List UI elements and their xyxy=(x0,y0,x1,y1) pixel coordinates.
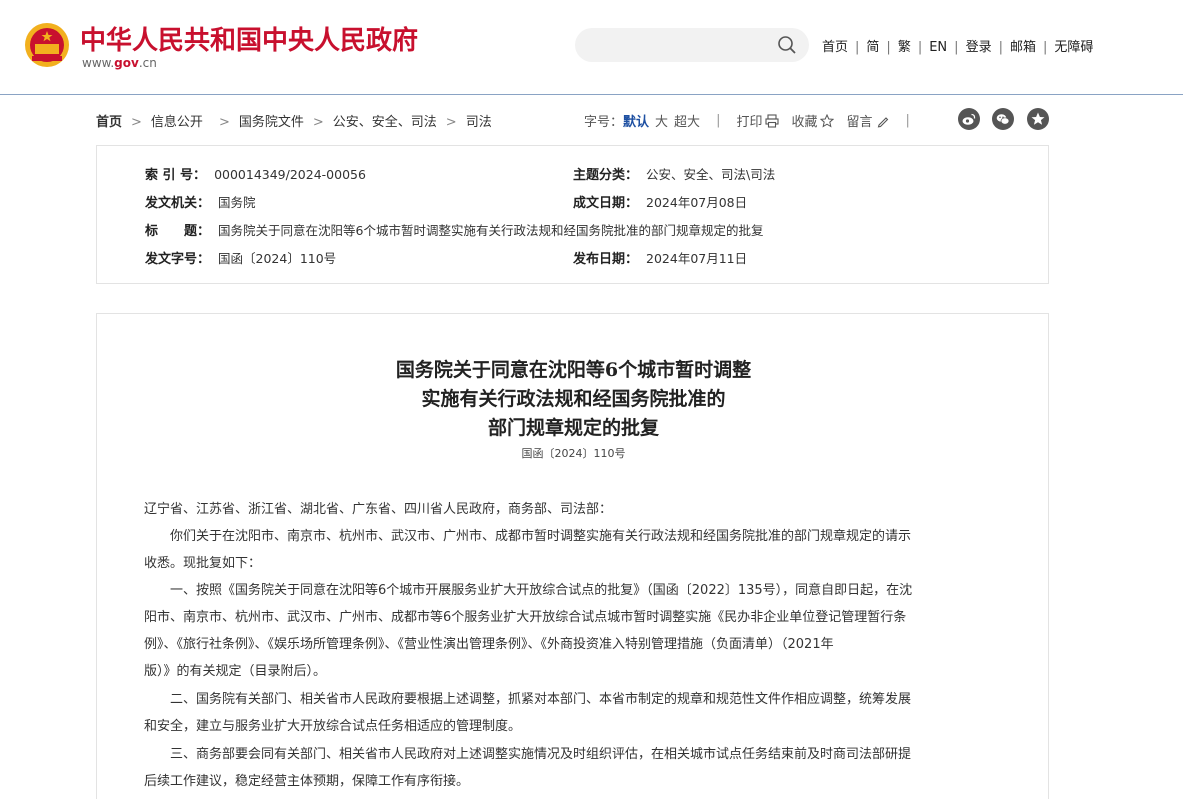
meta-written-date: 成文日期： 2024年07月08日 xyxy=(573,192,747,211)
meta-title: 标 题： 国务院关于同意在沈阳等6个城市暂时调整实施有关行政法规和经国务院批准的部门… xyxy=(145,220,764,239)
meta-issuer: 发文机关： 国务院 xyxy=(145,192,256,211)
article-paragraph-line: 收悉。现批复如下： xyxy=(144,556,262,571)
breadcrumb-state-council-docs[interactable]: 国务院文件 xyxy=(239,115,304,130)
article-paragraph-line: 三、商务部要会同有关部门、相关省市人民政府对上述调整实施情况及时组织评估，在相关… xyxy=(170,747,912,762)
breadcrumb-public-security[interactable]: 公安、安全、司法 xyxy=(333,115,437,130)
article-paragraph-line: 二、国务院有关部门、相关省市人民政府要根据上述调整，抓紧对本部门、本省市制定的规… xyxy=(170,692,912,707)
site-url-prefix: www. xyxy=(82,56,115,70)
comment-button[interactable]: 留言 xyxy=(846,111,889,130)
top-nav: 首页 | 简 | 繁 | EN | 登录 | 邮箱 | 无障碍 xyxy=(822,36,1093,55)
breadcrumb-separator: > xyxy=(218,115,230,130)
article-paragraph-line: 阳市、南京市、杭州市、武汉市、广州市、成都市等6个服务业扩大开放综合试点城市暂时… xyxy=(144,610,907,625)
article-title-line-3: 部门规章规定的批复 xyxy=(487,417,659,439)
font-size-large[interactable]: 大 xyxy=(655,111,668,130)
font-size-label: 字号： xyxy=(584,115,624,130)
meta-title-value: 国务院关于同意在沈阳等6个城市暂时调整实施有关行政法规和经国务院批准的部门规章规… xyxy=(218,223,764,238)
meta-published-value: 2024年07月11日 xyxy=(646,251,748,266)
nav-separator: | xyxy=(917,40,923,55)
article-title-line-1: 国务院关于同意在沈阳等6个城市暂时调整 xyxy=(395,359,752,381)
wechat-icon xyxy=(996,114,1010,125)
meta-docno-label: 发文字号： xyxy=(145,252,211,267)
weibo-icon xyxy=(962,113,976,125)
breadcrumb-home[interactable]: 首页 xyxy=(96,115,122,130)
nav-separator: | xyxy=(954,40,959,55)
meta-docno-value: 国函〔2024〕110号 xyxy=(218,251,337,266)
nav-mail[interactable]: 邮箱 xyxy=(1010,40,1036,55)
meta-category-label: 主题分类： xyxy=(573,168,639,183)
article-paragraph-line: 你们关于在沈阳市、南京市、杭州市、武汉市、广州市、成都市暂时调整实施有关行政法规… xyxy=(170,529,912,544)
article-paragraph-line: 和安全，建立与服务业扩大开放综合试点任务相适应的管理制度。 xyxy=(144,719,522,734)
article-body: 国务院关于同意在沈阳等6个城市暂时调整 实施有关行政法规和经国务院批准的 部门规… xyxy=(96,313,1049,799)
article-paragraph-line: 例》、《旅行社条例》、《娱乐场所管理条例》、《营业性演出管理条例》、《外商投资准… xyxy=(144,637,834,652)
meta-issuer-label: 发文机关： xyxy=(145,196,211,211)
meta-index-label: 索 引 号： xyxy=(145,168,207,183)
print-button[interactable]: 打印 xyxy=(736,111,780,130)
article-doc-number: 国函〔2024〕110号 xyxy=(521,447,626,460)
nav-english[interactable]: EN xyxy=(929,40,947,55)
breadcrumb-separator: > xyxy=(131,115,142,130)
star-icon xyxy=(820,114,835,128)
nav-separator: | xyxy=(855,40,860,55)
article-paragraph-line: 后续工作建议，稳定经营主体预期，保障工作有序衔接。 xyxy=(144,774,470,789)
breadcrumb-separator: > xyxy=(445,115,457,130)
nav-separator: | xyxy=(1042,40,1048,55)
meta-index-value: 000014349/2024-00056 xyxy=(214,167,366,182)
qzone-star-icon xyxy=(1031,112,1045,125)
nav-accessibility[interactable]: 无障碍 xyxy=(1054,40,1093,55)
nav-separator: | xyxy=(886,40,891,55)
meta-doc-number: 发文字号： 国函〔2024〕110号 xyxy=(145,248,336,267)
nav-login[interactable]: 登录 xyxy=(966,40,992,55)
toolbar-divider: | xyxy=(716,113,721,128)
meta-category-value: 公安、安全、司法\司法 xyxy=(646,167,776,182)
font-size-xlarge[interactable]: 超大 xyxy=(674,111,700,130)
comment-label: 留言 xyxy=(846,115,873,130)
favorite-button[interactable]: 收藏 xyxy=(791,111,835,130)
wechat-share-button[interactable] xyxy=(992,108,1014,130)
breadcrumb-separator: > xyxy=(312,115,324,130)
breadcrumb: 首页 > 信息公开 > 国务院文件 > 公安、安全、司法 > 司法 xyxy=(96,111,492,130)
article-addressee: 辽宁省、江苏省、浙江省、湖北省、广东省、四川省人民政府，商务部、司法部： xyxy=(144,502,613,517)
breadcrumb-info-public[interactable]: 信息公开 xyxy=(151,115,203,130)
meta-category: 主题分类： 公安、安全、司法\司法 xyxy=(573,164,775,183)
meta-title-label-2: 题： xyxy=(184,224,211,239)
article-title-line-2: 实施有关行政法规和经国务院批准的 xyxy=(421,388,726,410)
favorite-label: 收藏 xyxy=(791,115,818,130)
pencil-icon xyxy=(877,117,888,128)
search-icon[interactable] xyxy=(777,35,797,55)
site-title[interactable]: 中华人民共和国中央人民政府 xyxy=(80,20,418,57)
site-header: 中华人民共和国中央人民政府 www.gov.cn 首页 | 简 | 繁 | EN | 登录 | 邮箱… xyxy=(0,0,1183,95)
toolbar-divider: | xyxy=(905,113,910,128)
printer-icon xyxy=(765,114,780,128)
qzone-share-button[interactable] xyxy=(1027,108,1049,130)
meta-index: 索 引 号： 000014349/2024-00056 xyxy=(145,164,366,183)
print-label: 打印 xyxy=(736,115,763,130)
nav-simplified[interactable]: 简 xyxy=(866,40,879,55)
site-url[interactable]: www.gov.cn xyxy=(82,56,157,70)
nav-separator: | xyxy=(998,40,1003,55)
meta-published-date: 发布日期： 2024年07月11日 xyxy=(573,248,747,267)
site-url-brand: gov xyxy=(114,56,139,70)
meta-written-value: 2024年07月08日 xyxy=(646,195,748,210)
meta-title-label-1: 标 xyxy=(145,224,159,239)
font-size-default[interactable]: 默认 xyxy=(623,111,649,130)
article-paragraph-line: 一、按照《国务院关于同意在沈阳等6个城市开展服务业扩大开放综合试点的批复》（国函… xyxy=(170,583,913,598)
national-emblem-icon[interactable] xyxy=(24,22,70,68)
site-url-suffix: .cn xyxy=(138,56,157,70)
article-paragraph-line: 版）》的有关规定（目录附后）。 xyxy=(144,664,327,679)
meta-issuer-value: 国务院 xyxy=(218,195,256,210)
search-input[interactable] xyxy=(575,28,809,62)
nav-home[interactable]: 首页 xyxy=(822,40,848,55)
nav-traditional[interactable]: 繁 xyxy=(898,40,911,55)
breadcrumb-justice[interactable]: 司法 xyxy=(466,115,492,130)
document-meta-box: 索 引 号： 000014349/2024-00056 主题分类： 公安、安全、司法… xyxy=(96,145,1049,284)
article-toolbar: 字号： 默认 大 超大 | 打印 收藏 留言 | xyxy=(584,111,926,130)
meta-published-label: 发布日期： xyxy=(573,252,639,267)
weibo-share-button[interactable] xyxy=(958,108,980,130)
meta-written-label: 成文日期： xyxy=(573,196,639,211)
